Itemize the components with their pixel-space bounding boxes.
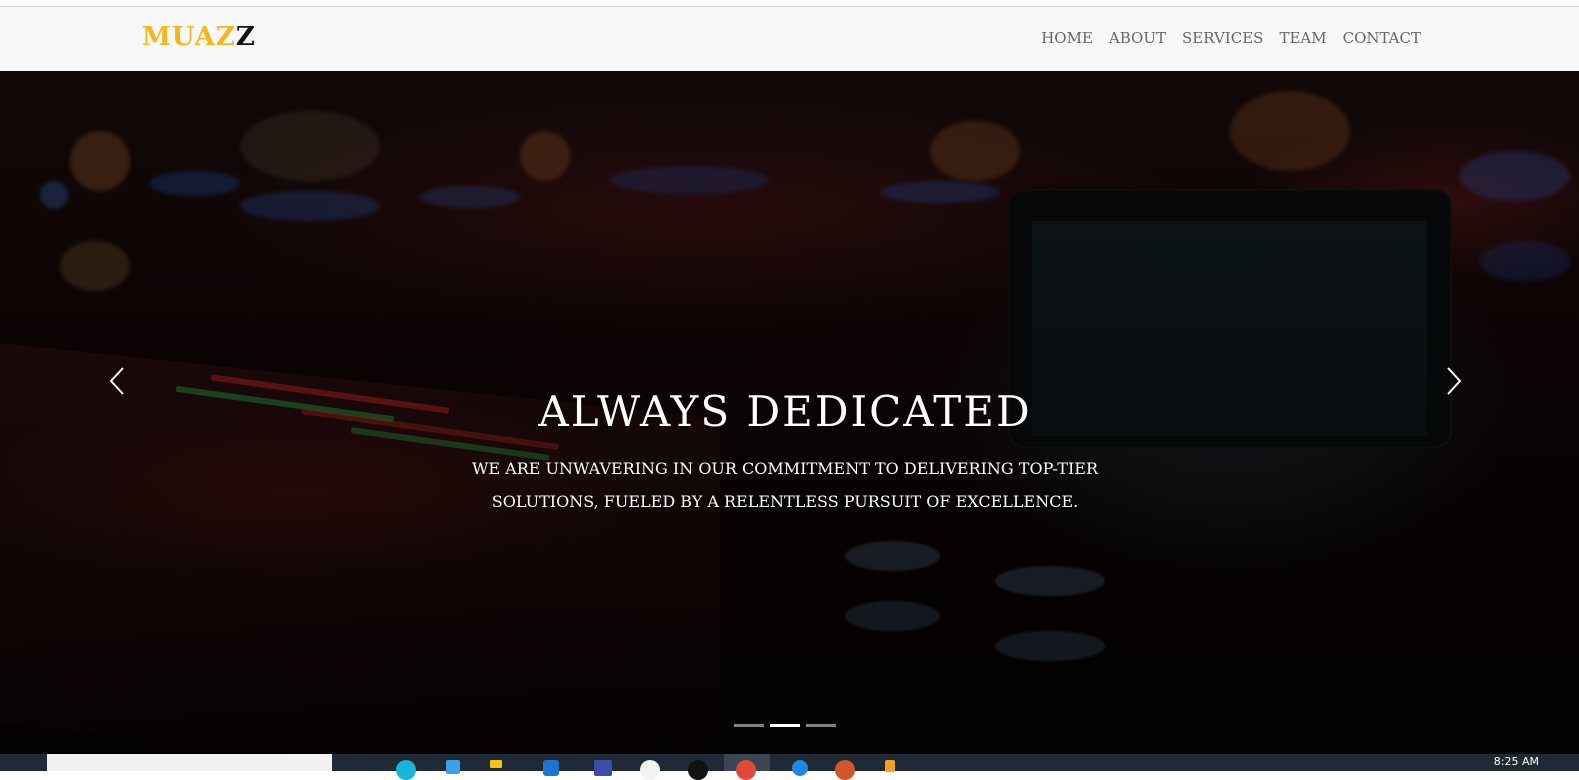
brand-logo-accent: MUAZ [142,22,236,52]
taskbar-clock[interactable]: 8:25 AM [1494,755,1539,768]
hero-title: ALWAYS DEDICATED [538,387,1032,436]
app-icon[interactable] [688,760,708,780]
app-icon[interactable] [594,760,612,776]
app-icon[interactable] [543,760,559,776]
app-icon[interactable] [640,760,660,780]
navbar: MUAZZ HOME ABOUT SERVICES TEAM CONTACT [0,7,1579,71]
app-icon[interactable] [885,760,895,772]
carousel-indicator-active[interactable] [770,724,800,727]
folder-icon[interactable] [490,760,502,768]
brand-logo-dark: Z [235,22,256,52]
nav-link-about[interactable]: ABOUT [1109,29,1166,47]
app-icon[interactable] [835,760,855,780]
app-icon[interactable] [792,760,808,776]
browser-top-edge [0,0,1579,7]
carousel-indicator[interactable] [806,724,836,727]
nav-link-services[interactable]: SERVICES [1182,29,1263,47]
nav-link-contact[interactable]: CONTACT [1343,29,1421,47]
app-icon[interactable] [446,760,460,774]
hero-subtitle: WE ARE UNWAVERING IN OUR COMMITMENT TO D… [471,459,1099,511]
carousel-indicators [734,724,836,727]
brand-logo[interactable]: MUAZZ [142,22,256,52]
hero-caption: ALWAYS DEDICATED WE ARE UNWAVERING IN OU… [0,386,1570,518]
nav-menu: HOME ABOUT SERVICES TEAM CONTACT [1041,29,1421,47]
taskbar-search-box[interactable] [47,754,332,771]
os-taskbar: 8:25 AM [0,754,1579,780]
carousel-indicator[interactable] [734,724,764,727]
chrome-icon[interactable] [736,760,756,780]
app-icon[interactable] [396,760,416,780]
nav-link-home[interactable]: HOME [1041,29,1093,47]
nav-link-team[interactable]: TEAM [1279,29,1326,47]
hero-carousel: ALWAYS DEDICATED WE ARE UNWAVERING IN OU… [0,71,1579,754]
